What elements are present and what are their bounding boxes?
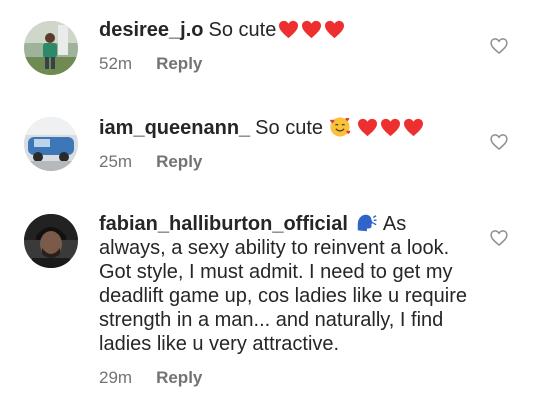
red-heart-icon [380,118,401,137]
comment-text: fabian_halliburton_official As always, a … [99,212,477,356]
speaking-head-icon [355,212,377,234]
comment-timestamp: 29m [99,368,133,387]
comment-message: So cute [255,117,323,139]
avatar[interactable] [24,21,78,75]
avatar[interactable] [24,214,78,268]
red-heart-icon [278,20,299,39]
comment-text: desiree_j.o So cute [99,18,477,42]
comment-username[interactable]: iam_queenann_ [99,117,250,139]
comment-meta: 29m Reply [99,368,477,388]
red-heart-icon [357,118,378,137]
comment-username[interactable]: desiree_j.o [99,19,204,41]
reply-button[interactable]: Reply [156,152,202,172]
heart-outline-icon[interactable] [489,36,509,56]
reply-button[interactable]: Reply [156,368,202,388]
red-heart-icon [301,20,322,39]
comment-message: So cute [208,19,277,41]
comment-meta: 25m Reply [99,152,477,172]
reply-button[interactable]: Reply [156,54,202,74]
heart-outline-icon[interactable] [489,228,509,248]
comment-text: iam_queenann_ So cute [99,116,477,140]
comment-timestamp: 25m [99,152,133,171]
red-heart-icon [324,20,345,39]
heart-outline-icon[interactable] [489,132,509,152]
comment-username[interactable]: fabian_halliburton_official [99,213,348,235]
avatar[interactable] [24,117,78,171]
comment-timestamp: 52m [99,54,133,73]
smiling-face-with-hearts-icon [329,116,351,138]
comment-meta: 52m Reply [99,54,477,74]
red-heart-icon [403,118,424,137]
